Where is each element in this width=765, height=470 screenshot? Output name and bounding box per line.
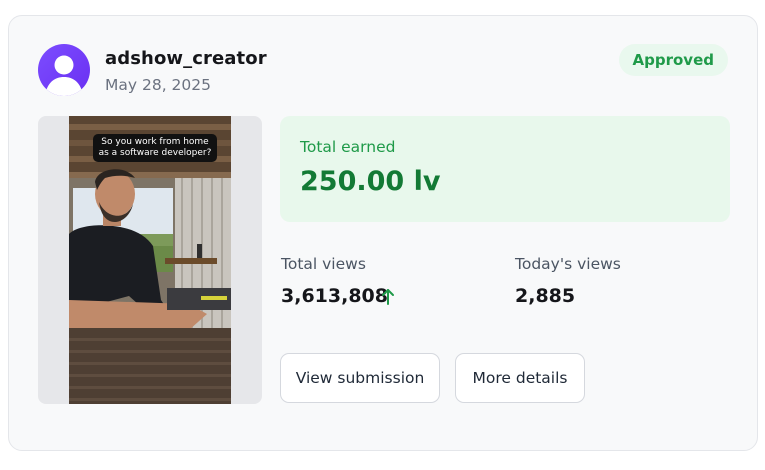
total-earned-label: Total earned <box>300 138 396 156</box>
up-arrow-icon <box>382 289 394 305</box>
video-frame: So you work from home as a software deve… <box>69 116 231 404</box>
video-thumbnail[interactable]: So you work from home as a software deve… <box>38 116 262 404</box>
total-views-label: Total views <box>281 255 366 273</box>
total-earned-box: Total earned 250.00 lv <box>280 116 730 222</box>
more-details-button[interactable]: More details <box>455 353 585 403</box>
view-submission-button[interactable]: View submission <box>280 353 440 403</box>
todays-views-label: Today's views <box>515 255 621 273</box>
total-views-value: 3,613,808 <box>281 285 388 307</box>
video-caption: So you work from home as a software deve… <box>93 134 217 162</box>
total-earned-value: 250.00 lv <box>300 166 441 197</box>
submission-card: adshow_creator May 28, 2025 Approved So … <box>8 15 758 451</box>
submission-date: May 28, 2025 <box>105 76 211 94</box>
status-badge: Approved <box>618 44 728 76</box>
user-icon <box>45 55 83 96</box>
avatar <box>38 44 90 96</box>
todays-views-value: 2,885 <box>515 285 576 307</box>
username: adshow_creator <box>105 48 267 69</box>
